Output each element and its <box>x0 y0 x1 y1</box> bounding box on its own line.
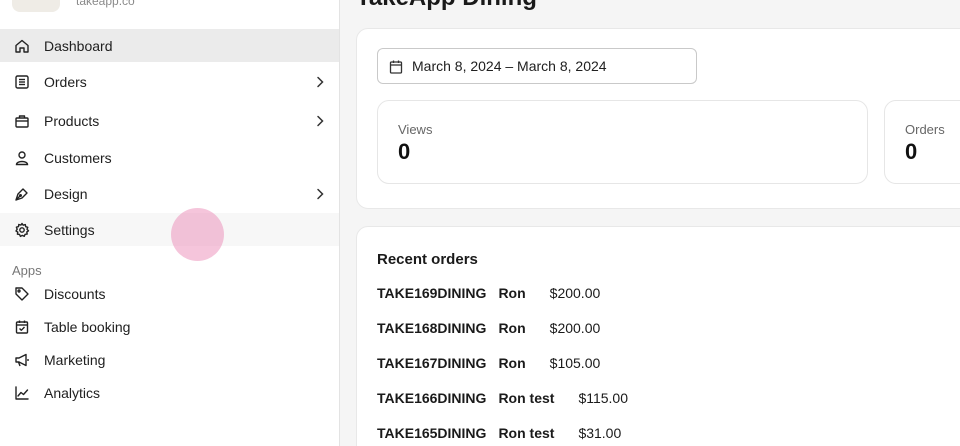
home-icon <box>14 38 30 54</box>
sidebar-item-label: Table booking <box>44 318 131 335</box>
stat-label: Views <box>398 122 433 137</box>
recent-orders-card: Recent orders TAKE169DINING Ron $200.00 … <box>356 226 960 446</box>
order-id: TAKE167DINING <box>377 355 487 371</box>
order-customer: Ron test <box>498 390 555 406</box>
page-title: TakeApp Dining <box>356 0 537 12</box>
sidebar-item-products[interactable]: Products <box>0 104 339 137</box>
order-customer: Ron <box>498 355 526 371</box>
store-header[interactable]: takeapp.co <box>12 0 332 12</box>
sidebar-item-discounts[interactable]: Discounts <box>0 277 339 310</box>
order-customer: Ron test <box>498 425 555 441</box>
order-amount: $105.00 <box>549 355 601 371</box>
orders-icon <box>14 74 30 90</box>
order-amount: $200.00 <box>549 320 601 336</box>
order-customer: Ron <box>498 285 526 301</box>
sidebar-item-label: Marketing <box>44 351 106 368</box>
sidebar-item-orders[interactable]: Orders <box>0 65 339 98</box>
sidebar-item-analytics[interactable]: Analytics <box>0 376 339 409</box>
stat-label: Orders <box>905 122 945 137</box>
sidebar-item-table-booking[interactable]: Table booking <box>0 310 339 343</box>
chart-line-icon <box>14 385 30 401</box>
list-item[interactable]: TAKE166DINING Ron test $115.00 <box>377 388 628 408</box>
list-item[interactable]: TAKE168DINING Ron $200.00 <box>377 318 600 338</box>
sidebar-item-settings[interactable]: Settings <box>0 213 339 246</box>
gear-icon <box>14 222 30 238</box>
order-amount: $200.00 <box>549 285 601 301</box>
sidebar-item-label: Dashboard <box>44 37 113 54</box>
order-amount: $115.00 <box>578 390 629 406</box>
order-id: TAKE168DINING <box>377 320 487 336</box>
design-icon <box>14 186 30 202</box>
order-id: TAKE165DINING <box>377 425 487 441</box>
stat-value: 0 <box>398 139 411 164</box>
stat-value: 0 <box>905 139 918 164</box>
date-range-text: March 8, 2024 – March 8, 2024 <box>412 58 607 74</box>
store-avatar <box>12 0 60 12</box>
order-id: TAKE166DINING <box>377 390 487 406</box>
recent-orders-title: Recent orders <box>377 251 478 268</box>
chevron-right-icon <box>315 75 325 89</box>
stats-card: March 8, 2024 – March 8, 2024 Views 0 Or… <box>356 28 960 209</box>
list-item[interactable]: TAKE169DINING Ron $200.00 <box>377 283 600 303</box>
products-icon <box>14 113 30 129</box>
sidebar-item-label: Products <box>44 112 100 129</box>
sidebar-item-dashboard[interactable]: Dashboard <box>0 29 339 62</box>
order-id: TAKE169DINING <box>377 285 487 301</box>
sidebar-item-marketing[interactable]: Marketing <box>0 343 339 376</box>
sidebar-item-label: Discounts <box>44 285 106 302</box>
list-item[interactable]: TAKE167DINING Ron $105.00 <box>377 353 600 373</box>
order-customer: Ron <box>498 320 526 336</box>
chevron-right-icon <box>315 114 325 128</box>
sidebar-item-design[interactable]: Design <box>0 177 339 210</box>
customers-icon <box>14 150 30 166</box>
sidebar-item-label: Orders <box>44 73 87 90</box>
store-subtitle: takeapp.co <box>76 0 135 8</box>
tag-icon <box>14 286 30 302</box>
sidebar-item-label: Analytics <box>44 384 101 401</box>
apps-heading: Apps <box>12 263 42 278</box>
chevron-right-icon <box>315 187 325 201</box>
calendar-check-icon <box>14 319 30 335</box>
sidebar-item-label: Customers <box>44 149 112 166</box>
megaphone-icon <box>14 352 30 368</box>
calendar-icon <box>388 59 404 75</box>
sidebar-item-customers[interactable]: Customers <box>0 141 339 174</box>
order-amount: $31.00 <box>578 425 622 441</box>
sidebar-item-label: Design <box>44 185 88 202</box>
stat-views[interactable]: Views 0 <box>377 100 868 184</box>
main-content: TakeApp Dining March 8, 2024 – March 8, … <box>340 0 960 446</box>
sidebar-item-label: Settings <box>44 221 95 238</box>
stat-orders[interactable]: Orders 0 <box>884 100 960 184</box>
list-item[interactable]: TAKE165DINING Ron test $31.00 <box>377 423 621 443</box>
date-range-picker[interactable]: March 8, 2024 – March 8, 2024 <box>377 48 697 84</box>
sidebar: takeapp.co Dashboard Orders Products Cus… <box>0 0 340 446</box>
